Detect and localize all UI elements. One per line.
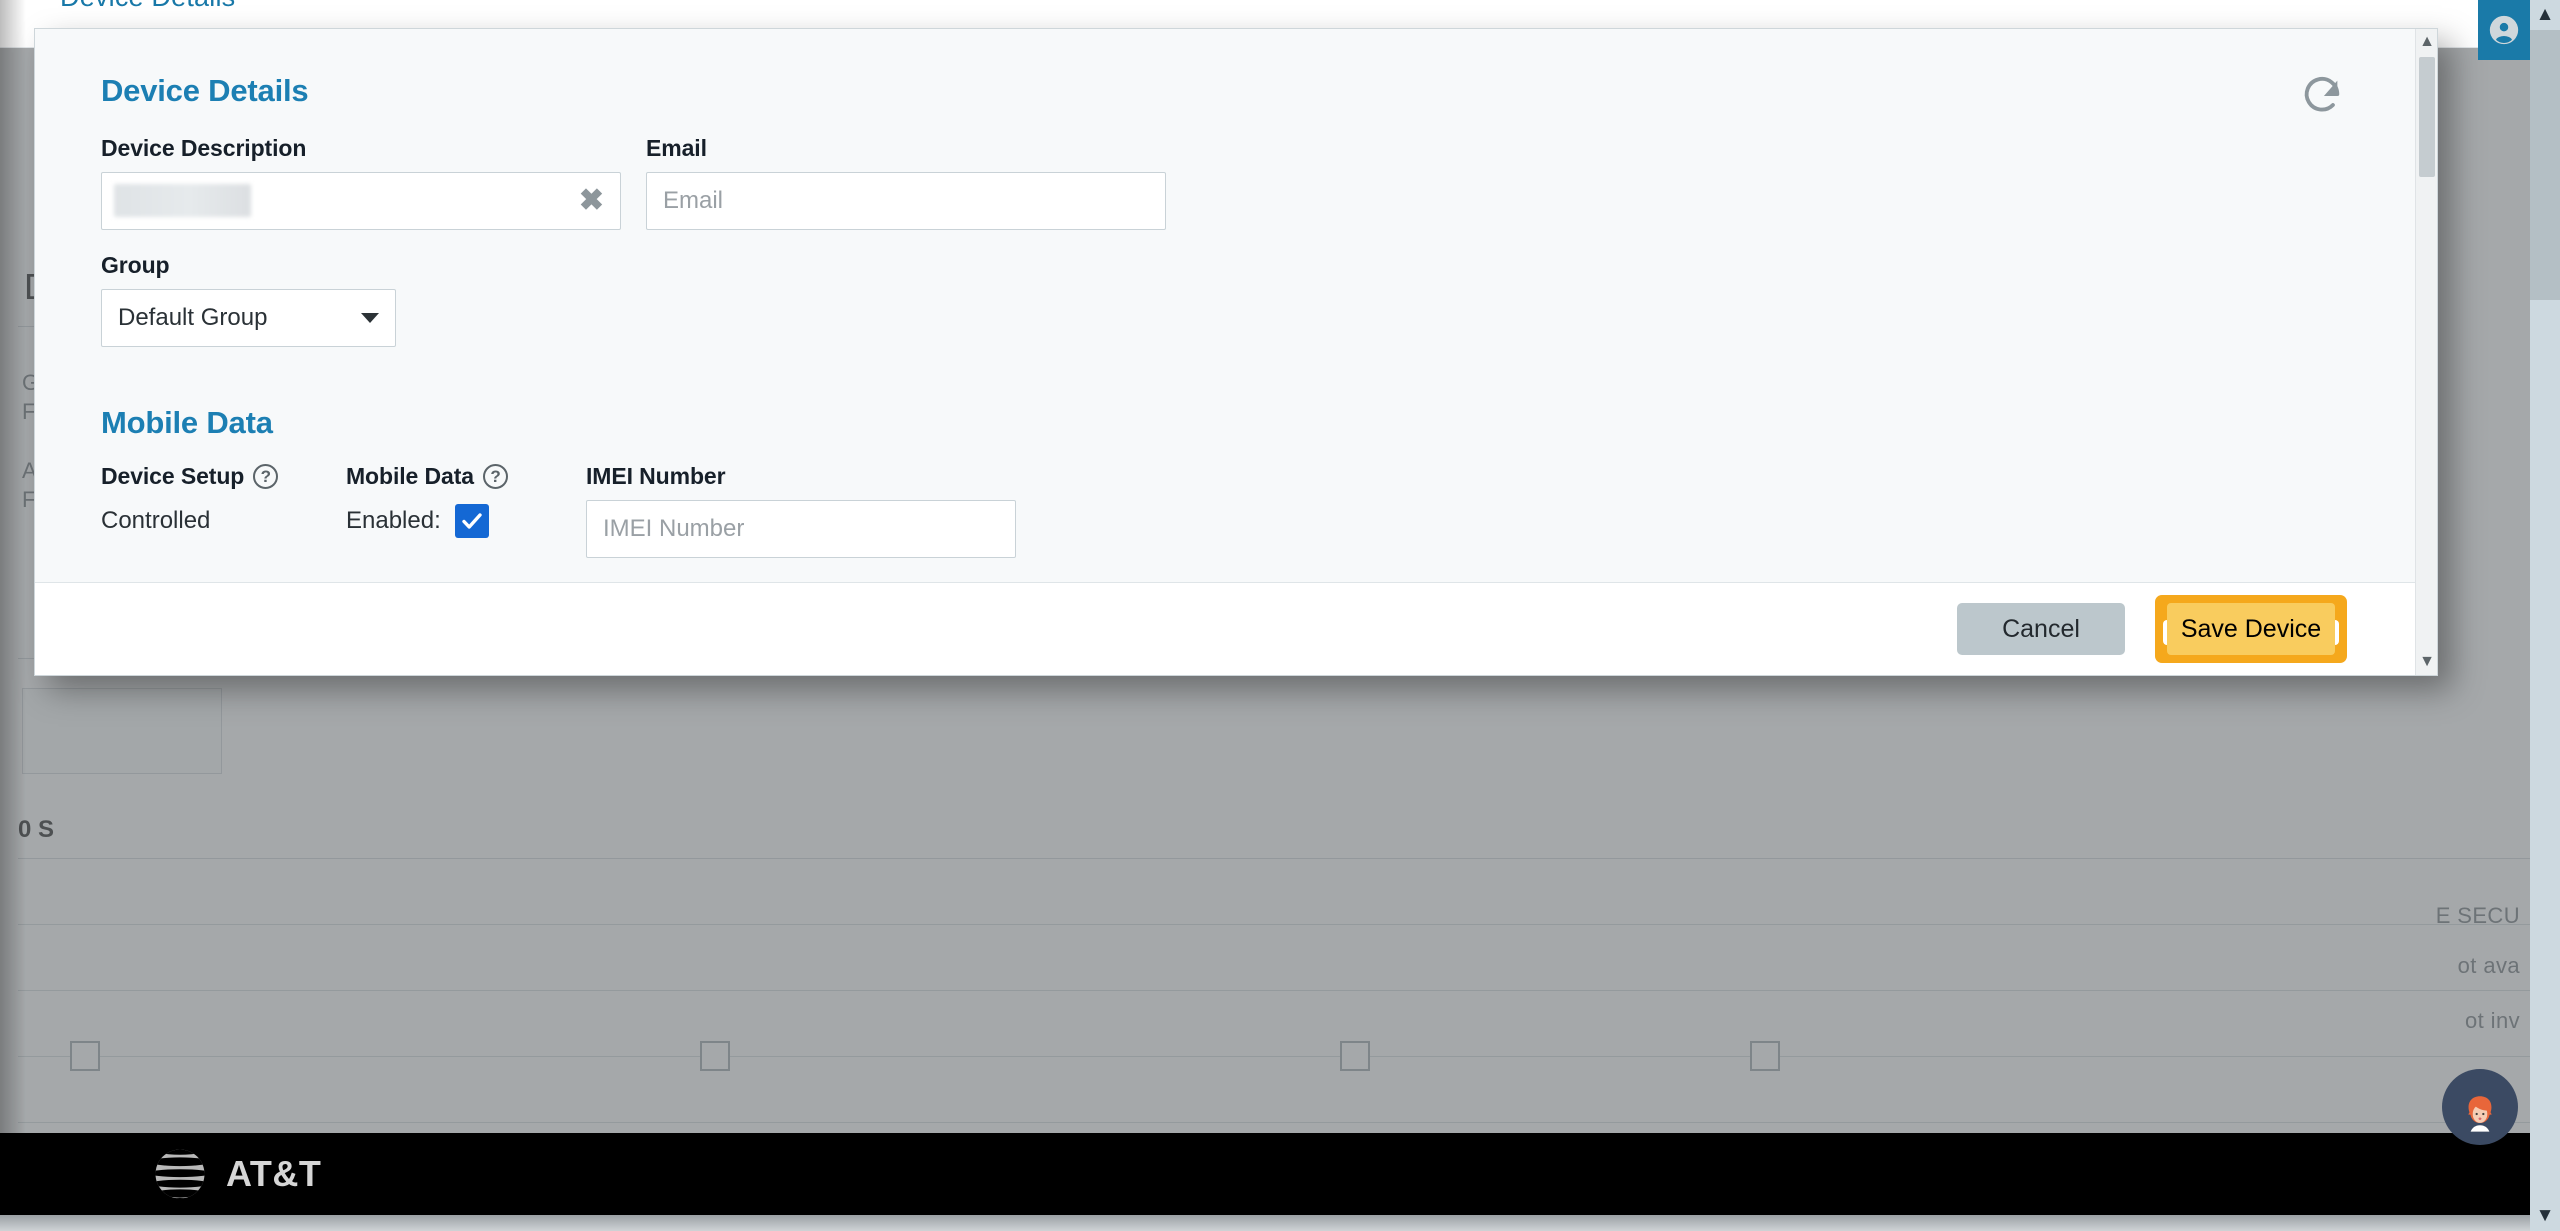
modal-scrollbar[interactable]: ▲ ▼ (2415, 29, 2437, 675)
chevron-up-icon[interactable]: ▲ (2416, 31, 2437, 53)
mobile-data-section-title: Mobile Data (101, 405, 273, 440)
mobile-data-enabled-label: Enabled: (346, 507, 441, 534)
device-setup-field: Device Setup ? Controlled (101, 463, 346, 558)
page-root: Device Details D GEFIL APFIL 0 S (0, 0, 2560, 1231)
background-checkbox-row (60, 1039, 2260, 1079)
background-checkbox[interactable] (1340, 1041, 1370, 1071)
group-field: Group Default Group (101, 252, 396, 347)
save-button-focus-ring: Save Device (2155, 595, 2347, 663)
mobile-data-field: Mobile Data ? Enabled: (346, 463, 586, 558)
email-field: Email (646, 135, 1166, 230)
device-details-modal: Device Details Device Description ✖ Emai… (34, 28, 2438, 676)
mobile-data-label-text: Mobile Data (346, 463, 474, 489)
save-button-focus-inner: Save Device (2163, 603, 2339, 655)
device-row-1: Device Description ✖ Email (101, 135, 2355, 230)
email-input[interactable] (647, 173, 1165, 229)
account-circle-icon (2489, 15, 2519, 45)
clear-x-icon[interactable]: ✖ (579, 186, 604, 216)
table-row[interactable] (18, 925, 2560, 991)
check-icon (462, 513, 482, 529)
question-mark-icon[interactable]: ? (253, 464, 279, 489)
refresh-icon[interactable] (2299, 73, 2345, 119)
device-setup-label-text: Device Setup (101, 463, 245, 489)
chat-avatar-icon (2468, 1096, 2492, 1132)
device-setup-value: Controlled (101, 507, 211, 534)
page-bottom-strip (0, 1215, 2560, 1231)
background-filter-box[interactable] (22, 688, 222, 774)
device-setup-label: Device Setup ? (101, 463, 346, 490)
chevron-up-icon[interactable]: ▲ (2530, 0, 2560, 30)
device-description-label: Device Description (101, 135, 307, 161)
background-checkbox[interactable] (1750, 1041, 1780, 1071)
page-scrollbar-thumb[interactable] (2530, 30, 2560, 300)
group-label: Group (101, 252, 170, 278)
chevron-down-icon (361, 313, 379, 323)
att-logo: AT&T (152, 1146, 321, 1202)
modal-scrollbar-thumb[interactable] (2419, 57, 2435, 177)
device-description-input-shell[interactable]: ✖ (101, 172, 621, 230)
background-right-text-1: E SECU (2435, 903, 2520, 928)
imei-input[interactable] (587, 501, 1015, 557)
background-selected-count: 0 S (18, 816, 55, 843)
modal-footer: Cancel Save Device (35, 582, 2415, 675)
chevron-down-icon[interactable]: ▼ (2530, 1201, 2560, 1231)
group-selected-value: Default Group (118, 304, 268, 331)
imei-label: IMEI Number (586, 463, 726, 489)
mobile-data-grid: Device Setup ? Controlled Mobile Data ? … (101, 463, 2355, 558)
account-chip[interactable] (2478, 0, 2530, 60)
modal-body: Device Details Device Description ✖ Emai… (35, 29, 2415, 584)
group-select[interactable]: Default Group (101, 289, 396, 347)
background-checkbox[interactable] (70, 1041, 100, 1071)
att-brand-text: AT&T (226, 1153, 322, 1194)
modal-title: Device Details (101, 73, 309, 108)
chat-assistant-button[interactable] (2442, 1069, 2518, 1145)
mobile-data-enabled-row: Enabled: (346, 504, 586, 538)
email-label: Email (646, 135, 707, 161)
mobile-data-label: Mobile Data ? (346, 463, 586, 490)
background-right-text-3: ot inv (2465, 1008, 2520, 1033)
tab-device-details[interactable]: Device Details (60, 0, 235, 13)
att-globe-icon (155, 1149, 205, 1199)
device-description-field: Device Description ✖ (101, 135, 621, 230)
email-input-shell[interactable] (646, 172, 1166, 230)
chevron-down-icon[interactable]: ▼ (2416, 651, 2437, 673)
table-row[interactable] (18, 859, 2560, 925)
question-mark-icon[interactable]: ? (482, 464, 508, 489)
save-device-button[interactable]: Save Device (2167, 603, 2335, 655)
background-right-text-2: ot ava (2457, 953, 2520, 978)
mobile-data-checkbox[interactable] (454, 504, 489, 538)
page-scrollbar[interactable]: ▲ ▼ (2530, 0, 2560, 1231)
att-footer-bar: AT&T (0, 1133, 2560, 1215)
imei-field: IMEI Number (586, 463, 1016, 558)
redacted-value (114, 184, 251, 217)
cancel-button[interactable]: Cancel (1957, 603, 2125, 655)
background-checkbox[interactable] (700, 1041, 730, 1071)
imei-input-shell[interactable] (586, 500, 1016, 558)
